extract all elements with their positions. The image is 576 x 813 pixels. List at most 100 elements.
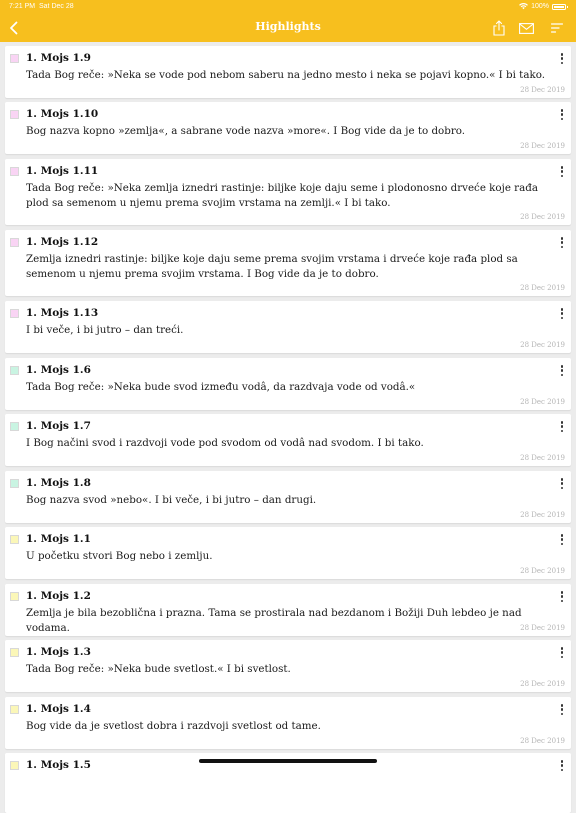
highlight-color-swatch bbox=[10, 110, 19, 119]
highlight-color-swatch bbox=[10, 761, 19, 770]
more-options-button[interactable] bbox=[559, 53, 565, 67]
share-button[interactable] bbox=[489, 18, 509, 38]
more-options-button[interactable] bbox=[559, 421, 565, 435]
battery-percent: 100% bbox=[531, 3, 549, 10]
highlight-date: 28 Dec 2019 bbox=[520, 567, 565, 575]
highlight-date: 28 Dec 2019 bbox=[520, 680, 565, 688]
more-options-button[interactable] bbox=[559, 237, 565, 251]
more-options-button[interactable] bbox=[559, 591, 565, 605]
highlight-item[interactable]: 1. Mojs 1.3 Tada Bog reče: »Neka bude sve… bbox=[5, 640, 571, 692]
verse-text: U početku stvori Bog nebo i zemlju. bbox=[26, 550, 213, 562]
highlight-item[interactable]: 1. Mojs 1.12 Zemlja iznedri rastinje: bil… bbox=[5, 230, 571, 296]
highlight-color-swatch bbox=[10, 648, 19, 657]
more-options-button[interactable] bbox=[559, 478, 565, 492]
status-time: 7:21 PM bbox=[9, 3, 36, 10]
highlight-item[interactable]: 1. Mojs 1.6 Tada Bog reče: »Neka bude svo… bbox=[5, 358, 571, 410]
verse-reference: 1. Mojs 1.12 bbox=[26, 236, 99, 248]
vertical-ellipsis-icon bbox=[559, 647, 565, 659]
highlight-color-swatch bbox=[10, 167, 19, 176]
sort-button[interactable] bbox=[547, 18, 567, 38]
wifi-icon bbox=[519, 3, 528, 10]
highlight-date: 28 Dec 2019 bbox=[520, 284, 565, 292]
highlight-color-swatch bbox=[10, 479, 19, 488]
vertical-ellipsis-icon bbox=[559, 760, 565, 772]
nav-bar: Highlights bbox=[0, 14, 576, 42]
vertical-ellipsis-icon bbox=[559, 704, 565, 716]
highlight-color-swatch bbox=[10, 366, 19, 375]
highlight-item[interactable]: 1. Mojs 1.8 Bog nazva svod »nebo«. I bi v… bbox=[5, 471, 571, 523]
highlight-color-swatch bbox=[10, 309, 19, 318]
email-button[interactable] bbox=[516, 18, 536, 38]
verse-text: Tada Bog reče: »Neka zemlja iznedri rast… bbox=[26, 182, 538, 209]
more-options-button[interactable] bbox=[559, 166, 565, 180]
vertical-ellipsis-icon bbox=[559, 478, 565, 490]
verse-text: Tada Bog reče: »Neka bude svetlost.« I b… bbox=[26, 663, 291, 675]
mail-icon bbox=[518, 22, 534, 34]
more-options-button[interactable] bbox=[559, 647, 565, 661]
verse-text: I Bog načini svod i razdvoji vode pod sv… bbox=[26, 437, 424, 449]
status-bar: 7:21 PM Sat Dec 28 100% bbox=[0, 0, 576, 14]
top-bar: 7:21 PM Sat Dec 28 100% Highlights bbox=[0, 0, 576, 42]
highlight-color-swatch bbox=[10, 54, 19, 63]
more-options-button[interactable] bbox=[559, 308, 565, 322]
highlight-date: 28 Dec 2019 bbox=[520, 454, 565, 462]
highlight-date: 28 Dec 2019 bbox=[520, 86, 565, 94]
verse-reference: 1. Mojs 1.10 bbox=[26, 108, 99, 120]
verse-reference: 1. Mojs 1.5 bbox=[26, 759, 91, 771]
more-options-button[interactable] bbox=[559, 109, 565, 123]
vertical-ellipsis-icon bbox=[559, 534, 565, 546]
more-options-button[interactable] bbox=[559, 760, 565, 774]
vertical-ellipsis-icon bbox=[559, 421, 565, 433]
highlight-color-swatch bbox=[10, 592, 19, 601]
vertical-ellipsis-icon bbox=[559, 308, 565, 320]
highlight-date: 28 Dec 2019 bbox=[520, 511, 565, 519]
verse-text: Zemlja je bila bezoblična i prazna. Tama… bbox=[26, 607, 522, 634]
verse-text: Bog vide da je svetlost dobra i razdvoji… bbox=[26, 720, 321, 732]
verse-reference: 1. Mojs 1.8 bbox=[26, 477, 91, 489]
highlight-color-swatch bbox=[10, 535, 19, 544]
highlight-color-swatch bbox=[10, 705, 19, 714]
highlight-item[interactable]: 1. Mojs 1.13 I bi veče, i bi jutro – dan … bbox=[5, 301, 571, 353]
verse-text: Bog nazva kopno »zemlja«, a sabrane vode… bbox=[26, 125, 466, 137]
verse-reference: 1. Mojs 1.7 bbox=[26, 420, 91, 432]
verse-reference: 1. Mojs 1.4 bbox=[26, 703, 91, 715]
verse-text: I bi veče, i bi jutro – dan treći. bbox=[26, 324, 184, 336]
highlight-date: 28 Dec 2019 bbox=[520, 142, 565, 150]
verse-text: Tada Bog reče: »Neka bude svod između vo… bbox=[26, 381, 416, 393]
highlight-color-swatch bbox=[10, 422, 19, 431]
more-options-button[interactable] bbox=[559, 365, 565, 379]
verse-reference: 1. Mojs 1.9 bbox=[26, 52, 91, 64]
verse-text: Tada Bog reče: »Neka se vode pod nebom s… bbox=[26, 69, 545, 81]
vertical-ellipsis-icon bbox=[559, 109, 565, 121]
verse-reference: 1. Mojs 1.13 bbox=[26, 307, 99, 319]
share-icon bbox=[493, 20, 505, 36]
highlight-item[interactable]: 1. Mojs 1.4 Bog vide da je svetlost dobra… bbox=[5, 697, 571, 749]
verse-reference: 1. Mojs 1.1 bbox=[26, 533, 91, 545]
highlight-item[interactable]: 1. Mojs 1.11 Tada Bog reče: »Neka zemlja … bbox=[5, 159, 571, 225]
verse-reference: 1. Mojs 1.3 bbox=[26, 646, 91, 658]
highlight-date: 28 Dec 2019 bbox=[520, 213, 565, 221]
highlight-item[interactable]: 1. Mojs 1.10 Bog nazva kopno »zemlja«, a … bbox=[5, 102, 571, 154]
sort-icon bbox=[551, 23, 563, 33]
more-options-button[interactable] bbox=[559, 704, 565, 718]
home-indicator[interactable] bbox=[199, 759, 377, 763]
highlight-item[interactable]: 1. Mojs 1.7 I Bog načini svod i razdvoji … bbox=[5, 414, 571, 466]
verse-reference: 1. Mojs 1.11 bbox=[26, 165, 99, 177]
highlight-date: 28 Dec 2019 bbox=[520, 398, 565, 406]
verse-reference: 1. Mojs 1.2 bbox=[26, 590, 91, 602]
status-date: Sat Dec 28 bbox=[39, 3, 74, 10]
verse-reference: 1. Mojs 1.6 bbox=[26, 364, 91, 376]
vertical-ellipsis-icon bbox=[559, 237, 565, 249]
vertical-ellipsis-icon bbox=[559, 53, 565, 65]
highlight-item[interactable]: 1. Mojs 1.2 Zemlja je bila bezoblična i p… bbox=[5, 584, 571, 636]
highlight-color-swatch bbox=[10, 238, 19, 247]
vertical-ellipsis-icon bbox=[559, 365, 565, 377]
more-options-button[interactable] bbox=[559, 534, 565, 548]
vertical-ellipsis-icon bbox=[559, 166, 565, 178]
verse-text: Zemlja iznedri rastinje: biljke koje daj… bbox=[26, 253, 518, 280]
highlight-date: 28 Dec 2019 bbox=[520, 624, 565, 632]
battery-icon bbox=[552, 3, 568, 10]
highlight-item[interactable]: 1. Mojs 1.1 U početku stvori Bog nebo i z… bbox=[5, 527, 571, 579]
highlight-item[interactable]: 1. Mojs 1.9 Tada Bog reče: »Neka se vode … bbox=[5, 46, 571, 98]
verse-text: Bog nazva svod »nebo«. I bi veče, i bi j… bbox=[26, 494, 317, 506]
